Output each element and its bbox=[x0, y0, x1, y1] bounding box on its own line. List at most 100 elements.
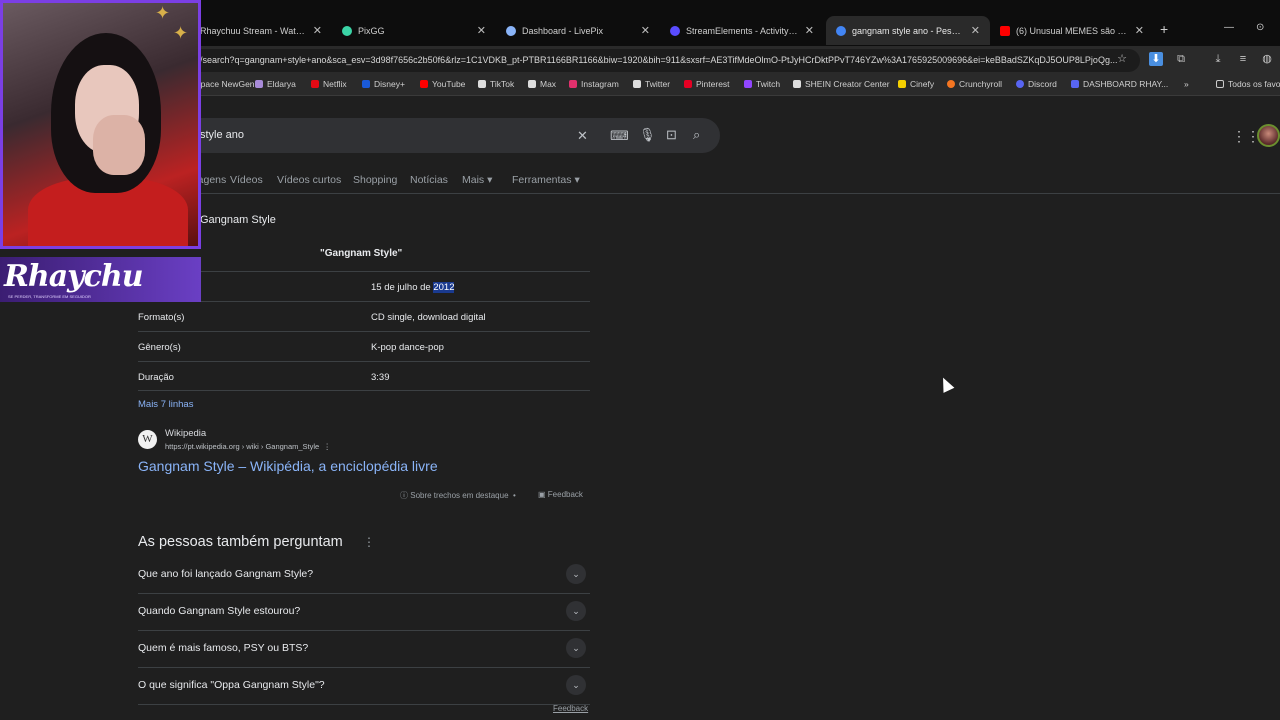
tab-google-search[interactable]: gangnam style ano - Pesquisa G ✕ bbox=[826, 16, 990, 45]
tab-tools[interactable]: Ferramentas ▾ bbox=[512, 174, 580, 186]
source-name[interactable]: Wikipedia bbox=[165, 428, 206, 439]
tab-title: Rhaychuu Stream - Watch Live bbox=[200, 25, 307, 36]
tab-short-videos[interactable]: Vídeos curtos bbox=[277, 174, 341, 186]
bookmark-label: Max bbox=[540, 79, 557, 89]
keyboard-icon[interactable]: ⌨ bbox=[610, 128, 629, 144]
feedback-link[interactable]: ▣ Feedback bbox=[538, 490, 583, 499]
more-options-icon[interactable]: ⋮ bbox=[363, 535, 375, 549]
bookmark-discord[interactable]: Discord bbox=[1016, 79, 1057, 89]
tab-shopping[interactable]: Shopping bbox=[353, 174, 397, 186]
paa-heading: As pessoas também perguntam bbox=[138, 534, 343, 550]
minimize-icon[interactable]: — bbox=[1224, 22, 1234, 33]
tab-youtube[interactable]: (6) Unusual MEMES são ESTRA ✕ bbox=[990, 16, 1154, 45]
new-tab-button[interactable]: + bbox=[1160, 21, 1168, 37]
bookmark-netflix[interactable]: Netflix bbox=[311, 79, 347, 89]
search-icon[interactable]: ⌕ bbox=[693, 127, 700, 143]
feedback-label: Feedback bbox=[547, 490, 583, 499]
bookmark-tiktok[interactable]: TikTok bbox=[478, 79, 514, 89]
paa-question[interactable]: Que ano foi lançado Gangnam Style? ⌄ bbox=[138, 557, 590, 594]
media-icon[interactable]: ≡ bbox=[1236, 52, 1250, 66]
chevron-down-icon[interactable]: ⌄ bbox=[566, 675, 586, 695]
streamer-tagline: SE PERDER, TRANSFORME EM SEGUIDOR bbox=[8, 294, 91, 299]
bookmark-cinefy[interactable]: Cinefy bbox=[898, 79, 934, 89]
bookmark-eldarya[interactable]: Eldarya bbox=[255, 79, 296, 89]
dashboard-icon bbox=[1071, 80, 1079, 88]
netflix-icon bbox=[311, 80, 319, 88]
profile-menu-icon[interactable]: ⊙ bbox=[1256, 22, 1264, 33]
tab-pixgg[interactable]: PixGG ✕ bbox=[332, 16, 496, 45]
tab-more-label: Mais bbox=[462, 174, 485, 186]
cinefy-icon bbox=[898, 80, 906, 88]
chevron-down-icon[interactable]: ⌄ bbox=[566, 564, 586, 584]
extensions-icon[interactable]: ⧉ bbox=[1174, 52, 1188, 66]
lens-icon[interactable]: ⊡ bbox=[666, 127, 677, 143]
tiktok-icon bbox=[478, 80, 486, 88]
tab-videos[interactable]: Vídeos bbox=[230, 174, 263, 186]
paa-question[interactable]: Quando Gangnam Style estourou? ⌄ bbox=[138, 594, 590, 631]
bookmark-shein[interactable]: SHEIN Creator Center bbox=[793, 79, 890, 89]
microphone-icon[interactable]: 🎙 bbox=[639, 127, 656, 143]
bookmark-label: Discord bbox=[1028, 79, 1057, 89]
paa-question[interactable]: O que significa "Oppa Gangnam Style"? ⌄ bbox=[138, 668, 590, 705]
pixgg-icon bbox=[342, 25, 352, 36]
downloads-icon[interactable]: ⤓ bbox=[1211, 52, 1225, 66]
row-value: CD single, download digital bbox=[371, 312, 486, 323]
bookmark-crunchyroll[interactable]: Crunchyroll bbox=[947, 79, 1002, 89]
close-icon[interactable]: ✕ bbox=[1135, 24, 1144, 37]
bookmark-instagram[interactable]: Instagram bbox=[569, 79, 619, 89]
result-link[interactable]: Gangnam Style – Wikipédia, a enciclopédi… bbox=[138, 458, 438, 474]
featured-snippets-info[interactable]: ⓘ Sobre trechos em destaque • bbox=[400, 490, 516, 501]
star-icon[interactable]: ☆ bbox=[1115, 52, 1129, 66]
row-value: 3:39 bbox=[371, 372, 390, 383]
question-text: Que ano foi lançado Gangnam Style? bbox=[138, 568, 314, 580]
chevron-down-icon[interactable]: ⌄ bbox=[566, 638, 586, 658]
close-icon[interactable]: ✕ bbox=[641, 24, 650, 37]
chevron-down-icon[interactable]: ⌄ bbox=[566, 601, 586, 621]
clear-icon[interactable]: ✕ bbox=[577, 128, 588, 144]
close-icon[interactable]: ✕ bbox=[971, 24, 980, 37]
avatar[interactable]: ◍ bbox=[1260, 52, 1274, 66]
feedback-link[interactable]: Feedback bbox=[553, 704, 588, 713]
paa-question[interactable]: Quem é mais famoso, PSY ou BTS? ⌄ bbox=[138, 631, 590, 668]
globe-icon bbox=[506, 25, 516, 36]
question-text: Quando Gangnam Style estourou? bbox=[138, 605, 301, 617]
streamer-name: Rhaychu bbox=[4, 259, 144, 294]
mouse-cursor-icon bbox=[937, 375, 955, 393]
bookmark-space-newgen[interactable]: Space NewGen bbox=[195, 79, 255, 89]
tab-streamelements[interactable]: StreamElements - Activity feed ✕ bbox=[660, 16, 824, 45]
bookmark-twitch[interactable]: Twitch bbox=[744, 79, 780, 89]
tab-livepix[interactable]: Dashboard - LivePix ✕ bbox=[496, 16, 660, 45]
bookmarks-overflow-icon[interactable]: » bbox=[1184, 79, 1189, 89]
close-icon[interactable]: ✕ bbox=[313, 24, 322, 37]
close-icon[interactable]: ✕ bbox=[477, 24, 486, 37]
source-url[interactable]: https://pt.wikipedia.org › wiki › Gangna… bbox=[165, 442, 331, 451]
avatar[interactable] bbox=[1257, 124, 1280, 147]
more-rows-link[interactable]: Mais 7 linhas bbox=[138, 399, 193, 410]
bookmark-label: Todos os favoritos bbox=[1228, 79, 1280, 89]
download-extension-icon[interactable]: ⬇ bbox=[1149, 52, 1163, 66]
bookmark-pinterest[interactable]: Pinterest bbox=[684, 79, 730, 89]
bookmark-label: DASHBOARD RHAY... bbox=[1083, 79, 1169, 89]
tab-news[interactable]: Notícias bbox=[410, 174, 448, 186]
bookmark-twitter[interactable]: Twitter bbox=[633, 79, 670, 89]
screen: Rhaychuu Stream - Watch Live ✕ PixGG ✕ D… bbox=[0, 0, 1280, 720]
all-bookmarks[interactable]: Todos os favoritos bbox=[1216, 79, 1280, 89]
bookmark-label: Instagram bbox=[581, 79, 619, 89]
twitter-icon bbox=[633, 80, 641, 88]
address-bar[interactable]: /search?q=gangnam+style+ano&sca_esv=3d98… bbox=[150, 49, 1140, 72]
close-icon[interactable]: ✕ bbox=[805, 24, 814, 37]
row-key: Duração bbox=[138, 372, 174, 383]
search-query[interactable]: style ano bbox=[200, 129, 244, 141]
bookmark-label: SHEIN Creator Center bbox=[805, 79, 890, 89]
tab-more[interactable]: Mais ▾ bbox=[462, 174, 492, 186]
discord-icon bbox=[1016, 80, 1024, 88]
release-year-highlight[interactable]: 2012 bbox=[433, 282, 455, 293]
bookmark-disney[interactable]: Disney+ bbox=[362, 79, 405, 89]
folder-icon bbox=[1216, 80, 1224, 88]
tab-twitch[interactable]: Rhaychuu Stream - Watch Live ✕ bbox=[190, 16, 332, 45]
bookmark-dashboard[interactable]: DASHBOARD RHAY... bbox=[1071, 79, 1168, 89]
bookmark-label: Twitter bbox=[645, 79, 671, 89]
bookmark-max[interactable]: Max bbox=[528, 79, 556, 89]
bookmark-youtube[interactable]: YouTube bbox=[420, 79, 465, 89]
bookmark-label: Eldarya bbox=[267, 79, 296, 89]
